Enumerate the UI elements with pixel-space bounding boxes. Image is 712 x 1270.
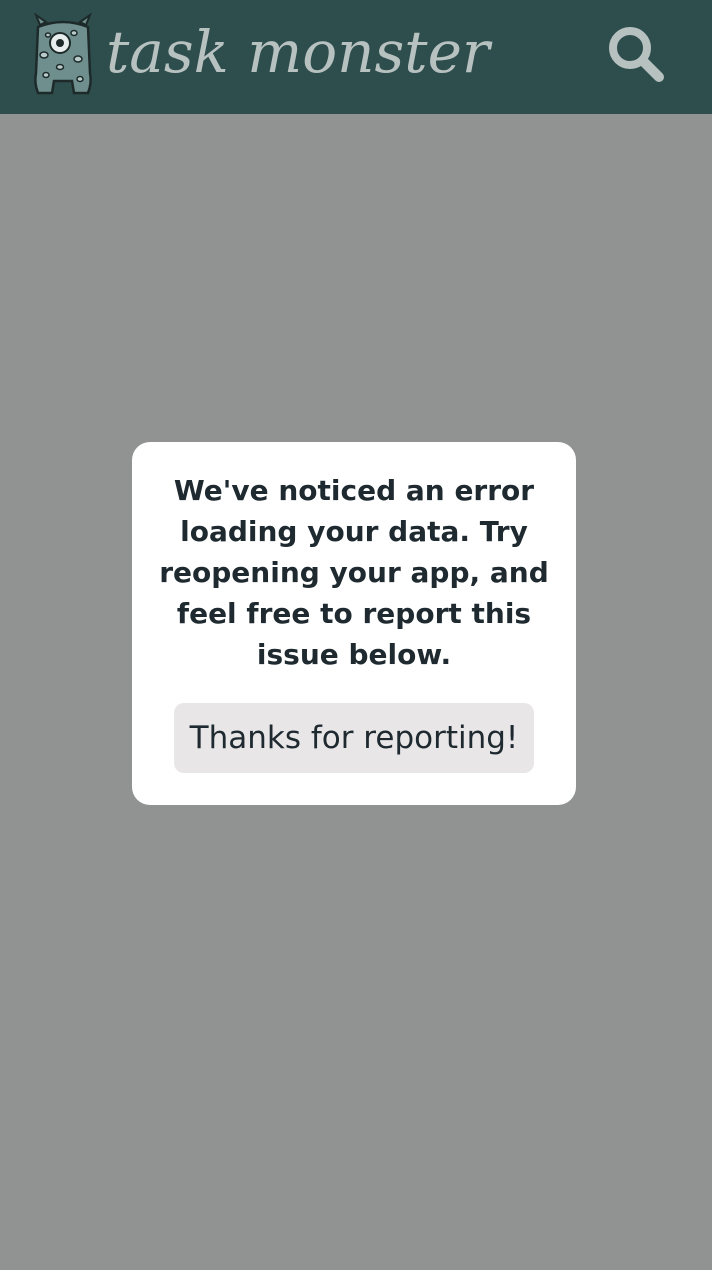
search-button[interactable] bbox=[604, 22, 668, 86]
app-logo: task monster bbox=[30, 10, 490, 100]
report-issue-button[interactable]: Thanks for reporting! bbox=[174, 703, 534, 773]
error-dialog: We've noticed an error loading your data… bbox=[132, 442, 576, 805]
error-message: We've noticed an error loading your data… bbox=[159, 474, 549, 671]
app-title: task monster bbox=[106, 18, 490, 86]
app-header: task monster bbox=[0, 0, 712, 114]
search-icon bbox=[609, 27, 664, 82]
monster-logo-icon bbox=[34, 13, 92, 95]
